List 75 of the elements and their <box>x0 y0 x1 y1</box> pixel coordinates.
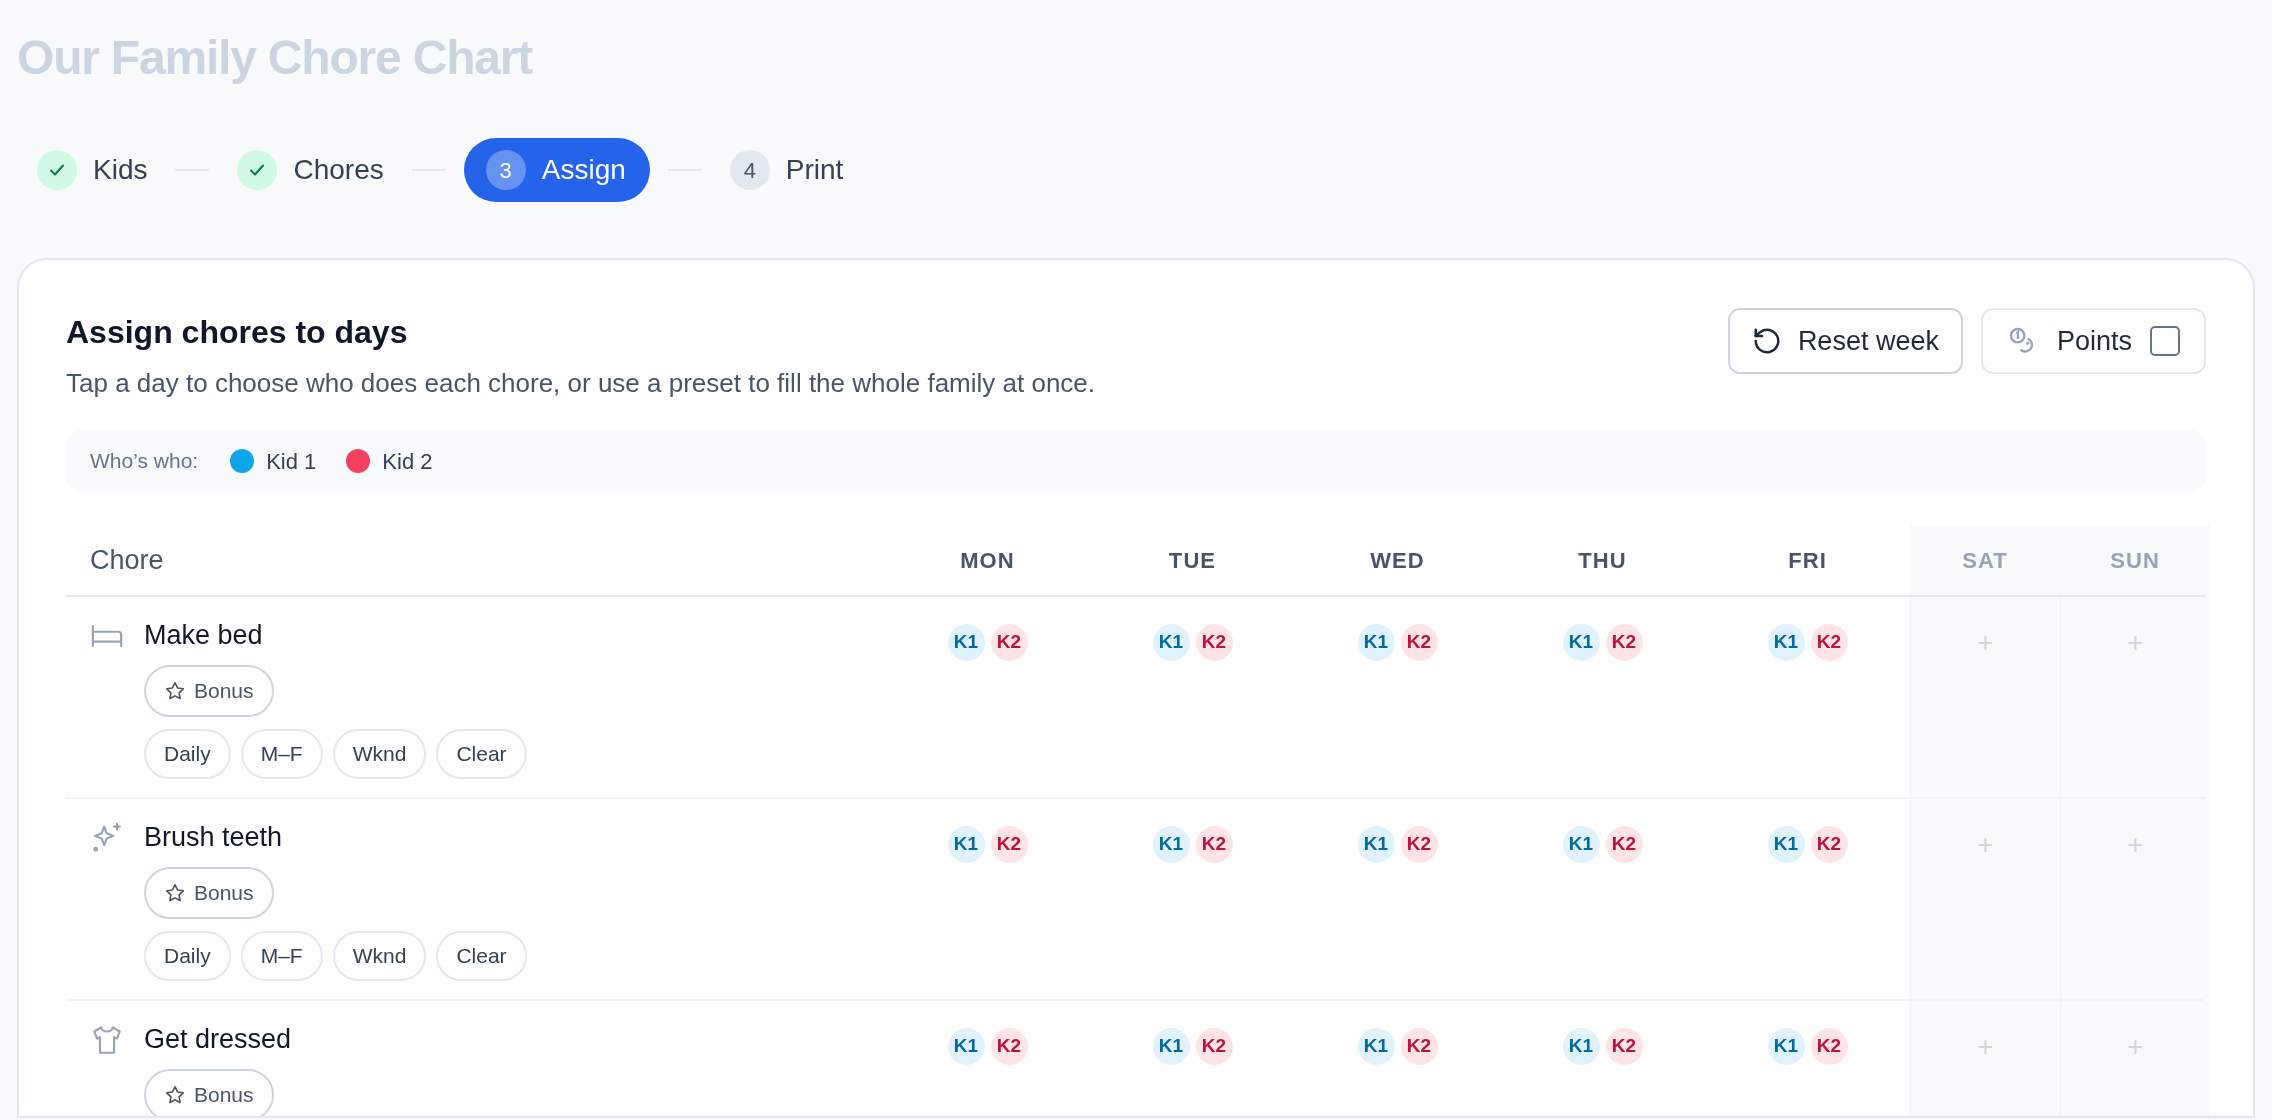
star-icon <box>164 882 186 904</box>
preset-button[interactable]: M–F <box>240 729 323 779</box>
bonus-button[interactable]: Bonus <box>144 665 274 717</box>
kid-name: Kid 1 <box>266 447 317 476</box>
day-header: WED <box>1370 546 1425 575</box>
step-number: 4 <box>729 150 770 190</box>
chore-name: Make bed <box>144 619 264 652</box>
card-subtitle: Tap a day to choose who does each chore, or use a preset to fill the whole family at once. <box>66 367 1096 400</box>
preset-button[interactable]: Clear <box>436 729 527 779</box>
kid-chip[interactable]: K2 <box>1195 1028 1233 1065</box>
legend-label: Who’s who: <box>90 448 199 475</box>
kid-chip[interactable]: K2 <box>1195 624 1233 661</box>
kid-chip[interactable]: K1 <box>1767 624 1805 661</box>
kid-chip[interactable]: K2 <box>1605 624 1643 661</box>
kid-name: Kid 2 <box>382 447 433 476</box>
kid-chip[interactable]: K2 <box>990 624 1028 661</box>
preset-button[interactable]: Wknd <box>332 729 427 779</box>
step-tab[interactable]: Kids <box>27 138 158 202</box>
kid-chip[interactable]: K2 <box>1810 1028 1848 1065</box>
kid-chip[interactable]: K2 <box>1400 1028 1438 1065</box>
step-tab[interactable]: Chores <box>227 138 394 202</box>
preset-button[interactable]: Daily <box>144 729 231 779</box>
kid-chip[interactable]: K1 <box>1562 624 1600 661</box>
day-header: MON <box>960 546 1015 575</box>
sparkle-icon <box>90 821 124 855</box>
day-header: TUE <box>1168 546 1217 575</box>
kid-chip[interactable]: K1 <box>1767 826 1805 863</box>
chore-name: Brush teeth <box>144 821 284 854</box>
kid-chip[interactable]: K2 <box>1400 826 1438 863</box>
points-label: Points <box>2056 324 2132 358</box>
day-header: THU <box>1578 546 1627 575</box>
kid-chip[interactable]: K2 <box>1810 826 1848 863</box>
bonus-button[interactable]: Bonus <box>144 1069 274 1116</box>
chore-name: Get dressed <box>144 1023 292 1056</box>
step-label: Kids <box>93 153 148 187</box>
day-header: FRI <box>1788 546 1827 575</box>
kid-chip[interactable]: K2 <box>1400 624 1438 661</box>
step-tab[interactable]: 3 Assign <box>463 138 650 202</box>
step-tab[interactable]: 4 Print <box>719 138 854 202</box>
kid-chip[interactable]: K1 <box>1357 624 1395 661</box>
kid-chip[interactable]: K1 <box>947 624 985 661</box>
kid-chip[interactable]: K1 <box>1357 1028 1395 1065</box>
step-label: Print <box>785 153 844 187</box>
kid-chip[interactable]: K1 <box>1357 826 1395 863</box>
bonus-button[interactable]: Bonus <box>144 867 274 919</box>
step-label: Chores <box>293 153 384 187</box>
points-checkbox[interactable] <box>2150 326 2180 356</box>
preset-button[interactable]: Wknd <box>332 931 427 981</box>
kid-chip[interactable]: K2 <box>1195 826 1233 863</box>
kid-chip[interactable]: K1 <box>1767 1028 1805 1065</box>
day-header: SUN <box>2110 546 2160 575</box>
shirt-icon <box>90 1023 124 1057</box>
preset-button[interactable]: M–F <box>240 931 323 981</box>
preset-button[interactable]: Clear <box>436 931 527 981</box>
kid-chip[interactable]: K2 <box>990 1028 1028 1065</box>
kid-chip[interactable]: K1 <box>1562 1028 1600 1065</box>
kid-chip[interactable]: K1 <box>1562 826 1600 863</box>
star-icon <box>164 680 186 702</box>
star-icon <box>164 1084 186 1106</box>
kid-chip[interactable]: K1 <box>947 1028 985 1065</box>
step-number: 3 <box>485 150 526 190</box>
kid-chip[interactable]: K2 <box>990 826 1028 863</box>
kid-chip[interactable]: K2 <box>1810 624 1848 661</box>
step-label: Assign <box>541 153 626 187</box>
kid-chip[interactable]: K1 <box>1152 624 1190 661</box>
column-header: Chore <box>90 543 164 577</box>
preset-button[interactable]: Daily <box>144 931 231 981</box>
day-header: SAT <box>1962 546 2008 575</box>
kid-chip[interactable]: K1 <box>1152 1028 1190 1065</box>
reset-week-button[interactable]: Reset week <box>1727 308 1963 374</box>
kid-chip[interactable]: K2 <box>1605 826 1643 863</box>
kid-chip[interactable]: K1 <box>1152 826 1190 863</box>
card-title: Assign chores to days <box>66 313 409 352</box>
kid-chip[interactable]: K2 <box>1605 1028 1643 1065</box>
kid-chip[interactable]: K1 <box>947 826 985 863</box>
